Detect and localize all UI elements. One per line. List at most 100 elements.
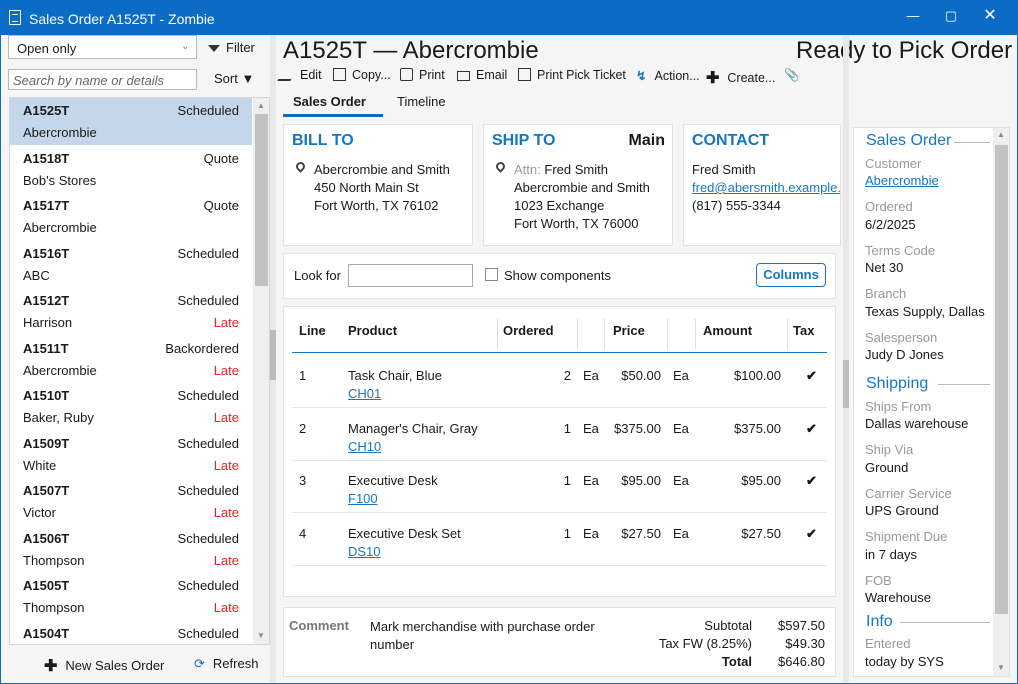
scroll-up-icon[interactable]: ▲ bbox=[997, 130, 1005, 139]
filter-button[interactable]: Filter bbox=[208, 40, 255, 55]
paperclip-icon: 📎 bbox=[784, 68, 800, 82]
pick-ticket-icon bbox=[518, 68, 531, 81]
splitter-grip[interactable] bbox=[843, 360, 849, 408]
order-list-item[interactable]: A1512T Scheduled Harrison Late bbox=[10, 288, 252, 335]
ordered-qty: 1 bbox=[563, 420, 571, 436]
line-number: 3 bbox=[299, 473, 307, 488]
sort-button[interactable]: Sort ▼ bbox=[214, 71, 254, 86]
product-code-link[interactable]: CH10 bbox=[348, 439, 381, 454]
table-row[interactable]: 3 Executive Desk F100 1 Ea $95.00 Ea $95.00 ✔ bbox=[292, 461, 827, 513]
col-header-line[interactable]: Line bbox=[299, 323, 326, 338]
tab-bar: Sales Order Timeline bbox=[277, 93, 845, 117]
attach-button[interactable]: 📎 bbox=[784, 68, 800, 83]
copy-button[interactable]: Copy... bbox=[333, 68, 391, 82]
unit-price: $375.00 bbox=[614, 420, 661, 436]
col-header-price[interactable]: Price bbox=[613, 323, 645, 338]
scroll-thumb[interactable] bbox=[255, 114, 268, 286]
table-row[interactable]: 2 Manager's Chair, Gray CH10 1 Ea $375.00 Ea $3… bbox=[292, 409, 827, 461]
order-list-item[interactable]: A1509T Scheduled White Late bbox=[10, 431, 252, 478]
col-header-amount[interactable]: Amount bbox=[703, 323, 752, 338]
order-detail: A1525T — Abercrombie Ready to Pick Order… bbox=[277, 35, 1012, 683]
order-list-item[interactable]: A1511T Backordered Abercrombie Late bbox=[10, 336, 252, 383]
tab-timeline[interactable]: Timeline bbox=[387, 93, 456, 117]
look-for-label: Look for bbox=[294, 268, 341, 283]
order-list-item[interactable]: A1506T Scheduled Thompson Late bbox=[10, 526, 252, 573]
right-splitter[interactable] bbox=[843, 35, 849, 683]
order-list-item[interactable]: A1504T Scheduled bbox=[10, 621, 252, 645]
filter-label: Filter bbox=[226, 40, 255, 55]
entered-label: Entered bbox=[865, 636, 911, 651]
comment-label: Comment bbox=[289, 618, 349, 633]
unit-price: $50.00 bbox=[621, 368, 661, 383]
price-uom: Ea bbox=[673, 368, 689, 383]
order-list-item[interactable]: A1507T Scheduled Victor Late bbox=[10, 478, 252, 525]
left-splitter[interactable] bbox=[270, 35, 276, 683]
ships-from-label: Ships From bbox=[865, 399, 932, 414]
funnel-icon bbox=[208, 45, 220, 53]
order-list-item[interactable]: A1505T Scheduled Thompson Late bbox=[10, 573, 252, 620]
order-number: A1512T bbox=[23, 293, 70, 308]
print-button[interactable]: Print bbox=[400, 68, 445, 82]
tab-sales-order[interactable]: Sales Order bbox=[283, 93, 383, 117]
order-list-item[interactable]: A1525T Scheduled Abercrombie bbox=[10, 98, 252, 145]
order-customer: Abercrombie bbox=[23, 220, 97, 235]
columns-button[interactable]: Columns bbox=[756, 263, 826, 287]
order-list-item[interactable]: A1510T Scheduled Baker, Ruby Late bbox=[10, 383, 252, 430]
show-components-checkbox[interactable] bbox=[485, 268, 498, 281]
details-scrollbar[interactable]: ▲ ▼ bbox=[993, 128, 1009, 676]
refresh-button[interactable]: ⟳ Refresh bbox=[194, 656, 258, 672]
maximize-button[interactable]: ▢ bbox=[932, 1, 970, 31]
col-header-product[interactable]: Product bbox=[348, 323, 397, 338]
checkmark-icon: ✔ bbox=[806, 368, 817, 383]
close-button[interactable]: ✕ bbox=[971, 1, 1009, 31]
customer-label: Customer bbox=[865, 156, 922, 171]
print-pick-ticket-button[interactable]: Print Pick Ticket bbox=[518, 68, 626, 82]
scroll-down-icon[interactable]: ▼ bbox=[257, 631, 265, 640]
email-button[interactable]: Email bbox=[457, 68, 507, 82]
create-button[interactable]: ✚ Create... bbox=[706, 68, 775, 88]
product-code-link[interactable]: CH01 bbox=[348, 386, 381, 401]
customer-link[interactable]: Abercrombie bbox=[865, 173, 939, 188]
contact-email-link[interactable]: fred@abersmith.example. bbox=[692, 179, 840, 197]
splitter-grip[interactable] bbox=[270, 330, 276, 380]
table-row[interactable]: 1 Task Chair, Blue CH01 2 Ea $50.00 Ea $100.00 ✔ bbox=[292, 356, 827, 408]
edit-button[interactable]: Edit bbox=[277, 68, 322, 82]
order-list-item[interactable]: A1517T Quote Abercrombie bbox=[10, 193, 252, 240]
look-for-input[interactable] bbox=[348, 264, 473, 287]
col-header-ordered[interactable]: Ordered bbox=[503, 323, 554, 338]
line-amount: $375.00 bbox=[734, 420, 781, 436]
section-info: Info bbox=[866, 613, 893, 630]
comment-text[interactable]: Mark merchandise with purchase order num… bbox=[370, 618, 610, 654]
action-label: Action... bbox=[654, 69, 700, 83]
status-filter-select[interactable]: Open only ⌄ bbox=[8, 35, 197, 59]
order-customer: Abercrombie bbox=[23, 362, 97, 378]
column-divider bbox=[667, 319, 668, 349]
order-list-item[interactable]: A1516T Scheduled ABC bbox=[10, 241, 252, 288]
col-header-tax[interactable]: Tax bbox=[793, 323, 814, 338]
search-input[interactable]: Search by name or details bbox=[8, 69, 197, 90]
order-number: A1505T bbox=[23, 578, 70, 593]
ship-to-tag: Main bbox=[628, 132, 665, 149]
table-row[interactable]: 4 Executive Desk Set DS10 1 Ea $27.50 Ea $27.50… bbox=[292, 514, 827, 566]
order-customer: Victor bbox=[23, 505, 56, 520]
new-sales-order-button[interactable]: ✚ New Sales Order bbox=[44, 656, 164, 676]
scroll-down-icon[interactable]: ▼ bbox=[997, 663, 1005, 672]
scroll-thumb[interactable] bbox=[995, 145, 1008, 614]
minimize-button[interactable]: — bbox=[894, 1, 932, 31]
refresh-icon: ⟳ bbox=[194, 656, 205, 671]
line-amount: $100.00 bbox=[734, 368, 781, 383]
envelope-icon bbox=[457, 71, 470, 81]
ordered-value: 6/2/2025 bbox=[865, 217, 916, 232]
action-button[interactable]: ↯ Action... bbox=[636, 68, 700, 83]
scroll-up-icon[interactable]: ▲ bbox=[257, 101, 265, 110]
ship-to-address: Attn: Fred Smith Abercrombie and Smith 1… bbox=[514, 161, 650, 233]
product-code-link[interactable]: F100 bbox=[348, 491, 378, 506]
list-scrollbar[interactable]: ▲ ▼ bbox=[253, 98, 269, 644]
contact-name: Fred Smith bbox=[692, 162, 756, 177]
plus-icon: ✚ bbox=[44, 658, 58, 675]
shipment-due-value: in 7 days bbox=[865, 547, 918, 562]
column-divider bbox=[497, 319, 498, 349]
print-label: Print bbox=[419, 68, 445, 82]
product-code-link[interactable]: DS10 bbox=[348, 544, 381, 559]
order-list-item[interactable]: A1518T Quote Bob's Stores bbox=[10, 146, 252, 193]
